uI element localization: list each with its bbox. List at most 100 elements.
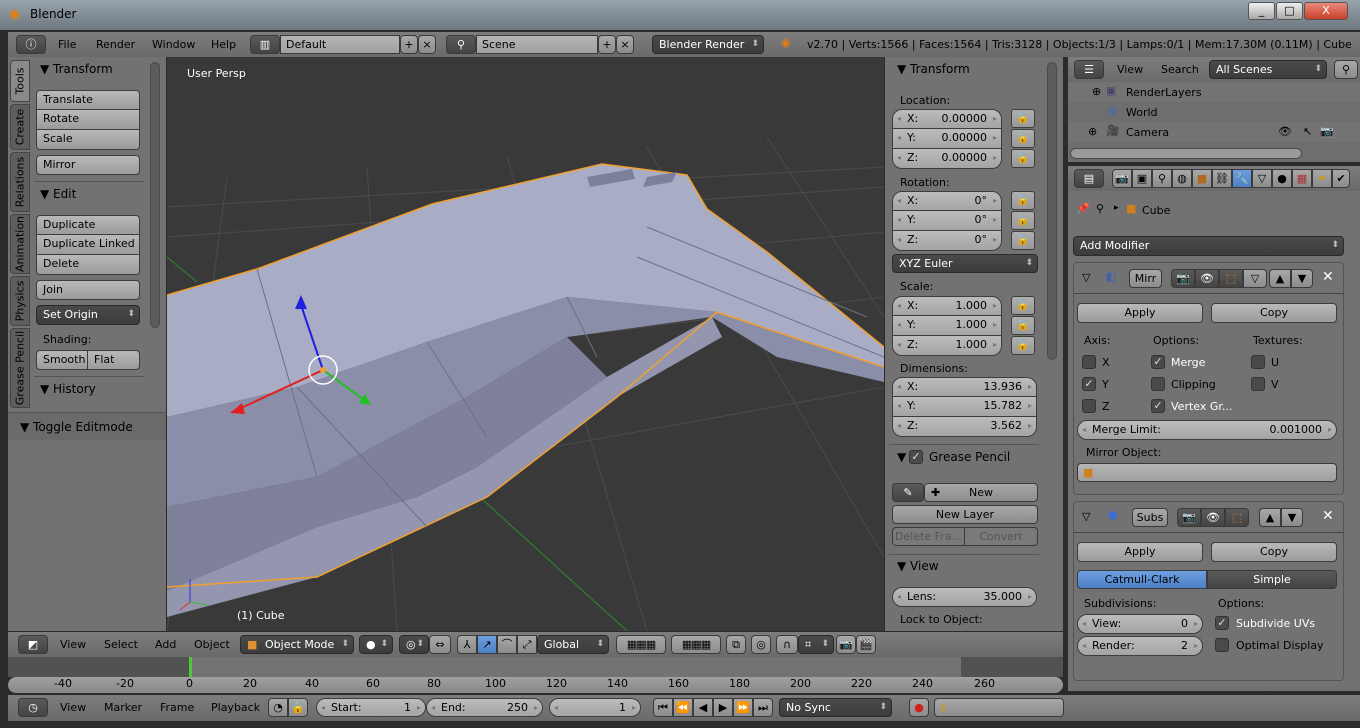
pivot-point-dropdown[interactable]: ◎ bbox=[399, 635, 429, 654]
expand-icon[interactable]: ⊕ bbox=[1092, 85, 1101, 98]
transform-orientation-dropdown[interactable]: Global bbox=[537, 635, 609, 654]
properties-shelf-scrollbar[interactable] bbox=[1047, 62, 1057, 360]
remove-modifier-icon[interactable]: ✕ bbox=[1322, 269, 1334, 285]
lock-icon[interactable]: 🔓 bbox=[1011, 231, 1035, 250]
clipping-checkbox[interactable] bbox=[1151, 377, 1165, 391]
opengl-render-icon[interactable]: 📷 bbox=[836, 635, 856, 654]
close-button[interactable]: X bbox=[1304, 2, 1348, 20]
jump-keyframe-forward-icon[interactable]: ⏩ bbox=[733, 698, 753, 717]
location-x-field[interactable]: X: 0.00000 bbox=[892, 109, 1002, 129]
scene-tab-icon[interactable]: ⚲ bbox=[1152, 169, 1172, 188]
outliner-menu-search[interactable]: Search bbox=[1161, 63, 1199, 76]
join-button[interactable]: Join bbox=[36, 280, 140, 300]
particles-tab-icon[interactable]: ✦ bbox=[1312, 169, 1332, 188]
copy-button[interactable]: Copy bbox=[1211, 542, 1337, 562]
lock-icon[interactable]: 🔓 bbox=[1011, 316, 1035, 335]
scale-y-field[interactable]: Y: 1.000 bbox=[892, 316, 1002, 336]
rotation-mode-dropdown[interactable]: XYZ Euler bbox=[892, 254, 1038, 273]
scale-button[interactable]: Scale bbox=[36, 130, 140, 150]
jump-end-icon[interactable]: ⏭ bbox=[753, 698, 773, 717]
search-icon[interactable]: ⚲ bbox=[1334, 60, 1358, 79]
tab-grease-pencil[interactable]: Grease Pencil bbox=[10, 328, 30, 408]
duplicate-linked-button[interactable]: Duplicate Linked bbox=[36, 235, 140, 255]
catmull-clark-option[interactable]: Catmull-Clark bbox=[1077, 570, 1207, 589]
layer-buttons[interactable]: ▦▦▦ bbox=[616, 635, 666, 654]
menu-add[interactable]: Add bbox=[155, 638, 176, 651]
view-levels-field[interactable]: View: 0 bbox=[1077, 614, 1203, 634]
physics-tab-icon[interactable]: ✔ bbox=[1332, 169, 1350, 188]
rotate-button[interactable]: Rotate bbox=[36, 110, 140, 130]
outliner-menu-view[interactable]: View bbox=[1117, 63, 1143, 76]
minimize-button[interactable]: _ bbox=[1248, 2, 1275, 20]
convert-button[interactable]: Convert bbox=[964, 527, 1038, 546]
delete-frame-button[interactable]: Delete Fra... bbox=[892, 527, 965, 546]
move-up-button[interactable]: ▲ bbox=[1269, 269, 1291, 288]
scene-icon[interactable]: ⚲ bbox=[446, 35, 476, 54]
lock-icon[interactable]: 🔓 bbox=[1011, 296, 1035, 315]
rotation-z-field[interactable]: Z: 0° bbox=[892, 231, 1002, 251]
select-cursor-icon[interactable]: ↖ bbox=[1303, 125, 1312, 138]
translate-button[interactable]: Translate bbox=[36, 90, 140, 110]
move-down-button[interactable]: ▼ bbox=[1291, 269, 1313, 288]
lock-icon[interactable]: 🔓 bbox=[1011, 109, 1035, 128]
render-layers-tab-icon[interactable]: ▣ bbox=[1132, 169, 1152, 188]
3d-view-editor-type-icon[interactable]: ◩ bbox=[18, 635, 48, 654]
tab-physics[interactable]: Physics bbox=[10, 276, 30, 326]
3d-viewport[interactable]: User Persp (1) Cube bbox=[167, 57, 884, 631]
rotate-manipulator-icon[interactable]: ⌒ bbox=[497, 635, 517, 654]
jump-start-icon[interactable]: ⏮ bbox=[653, 698, 673, 717]
menu-view[interactable]: View bbox=[60, 638, 86, 651]
vertex-groups-checkbox[interactable]: ✓ bbox=[1151, 399, 1165, 413]
properties-editor-type-icon[interactable]: ▤ bbox=[1074, 169, 1104, 188]
translate-manipulator-icon[interactable]: ↗ bbox=[477, 635, 497, 654]
lock-layers-icon[interactable]: ⧉ bbox=[726, 635, 746, 654]
mirror-object-field[interactable]: ■ bbox=[1077, 463, 1337, 482]
material-tab-icon[interactable]: ● bbox=[1272, 169, 1292, 188]
render-levels-field[interactable]: Render: 2 bbox=[1077, 636, 1203, 656]
menu-render[interactable]: Render bbox=[96, 38, 135, 51]
pin-icon[interactable]: 📌 bbox=[1076, 202, 1090, 215]
tab-create[interactable]: Create bbox=[10, 104, 30, 150]
start-frame-field[interactable]: Start: 1 bbox=[316, 698, 426, 717]
data-tab-icon[interactable]: ▽ bbox=[1252, 169, 1272, 188]
lock-icon[interactable]: 🔓 bbox=[1011, 211, 1035, 230]
dimensions-y-field[interactable]: Y: 15.782 bbox=[892, 397, 1037, 417]
editmode-toggle-icon[interactable]: ⬚ bbox=[1225, 508, 1249, 527]
play-icon[interactable]: ▶ bbox=[713, 698, 733, 717]
scale-z-field[interactable]: Z: 1.000 bbox=[892, 336, 1002, 356]
layer-buttons[interactable]: ▦▦▦ bbox=[671, 635, 721, 654]
texture-tab-icon[interactable]: ▦ bbox=[1292, 169, 1312, 188]
visibility-eye-icon[interactable]: 👁 bbox=[1278, 125, 1292, 138]
view-panel-header[interactable]: ▼ View bbox=[897, 559, 939, 573]
copy-button[interactable]: Copy bbox=[1211, 303, 1337, 323]
maximize-button[interactable]: □ bbox=[1276, 2, 1303, 20]
location-z-field[interactable]: Z: 0.00000 bbox=[892, 149, 1002, 169]
smooth-button[interactable]: Smooth bbox=[36, 350, 88, 370]
render-tab-icon[interactable]: 📷 bbox=[1112, 169, 1132, 188]
remove-scene-button[interactable]: × bbox=[616, 35, 634, 54]
new-layer-button[interactable]: New Layer bbox=[892, 505, 1038, 524]
render-engine-dropdown[interactable]: Blender Render bbox=[652, 35, 764, 54]
visibility-eye-icon[interactable]: 👁 bbox=[1195, 269, 1219, 288]
screen-layout-icon[interactable]: ▥ bbox=[250, 35, 280, 54]
timeline-scrollbar[interactable]: -40 -20 0 20 40 60 80 100 120 140 160 18… bbox=[8, 677, 1063, 693]
remove-screen-button[interactable]: × bbox=[418, 35, 436, 54]
sync-dropdown[interactable]: No Sync bbox=[779, 698, 892, 717]
merge-limit-field[interactable]: Merge Limit: 0.001000 bbox=[1077, 420, 1337, 440]
menu-marker[interactable]: Marker bbox=[104, 701, 142, 714]
editmode-toggle-icon[interactable]: ⬚ bbox=[1219, 269, 1243, 288]
new-grease-pencil-button[interactable]: ✚ New bbox=[924, 483, 1038, 502]
add-modifier-dropdown[interactable]: Add Modifier bbox=[1073, 236, 1344, 256]
move-down-button[interactable]: ▼ bbox=[1281, 508, 1303, 527]
operator-panel-header[interactable]: ▼ Toggle Editmode bbox=[20, 420, 133, 434]
rotation-y-field[interactable]: Y: 0° bbox=[892, 211, 1002, 231]
outliner-hscrollbar[interactable] bbox=[1070, 148, 1302, 159]
apply-button[interactable]: Apply bbox=[1077, 303, 1203, 323]
lens-field[interactable]: Lens: 35.000 bbox=[892, 587, 1037, 607]
add-scene-button[interactable]: + bbox=[598, 35, 616, 54]
collapse-icon[interactable]: ▽ bbox=[1082, 510, 1090, 523]
remove-modifier-icon[interactable]: ✕ bbox=[1322, 508, 1334, 524]
lock-icon[interactable]: 🔓 bbox=[1011, 191, 1035, 210]
pencil-icon[interactable]: ✎ bbox=[892, 483, 924, 502]
record-icon[interactable]: ● bbox=[909, 698, 929, 717]
